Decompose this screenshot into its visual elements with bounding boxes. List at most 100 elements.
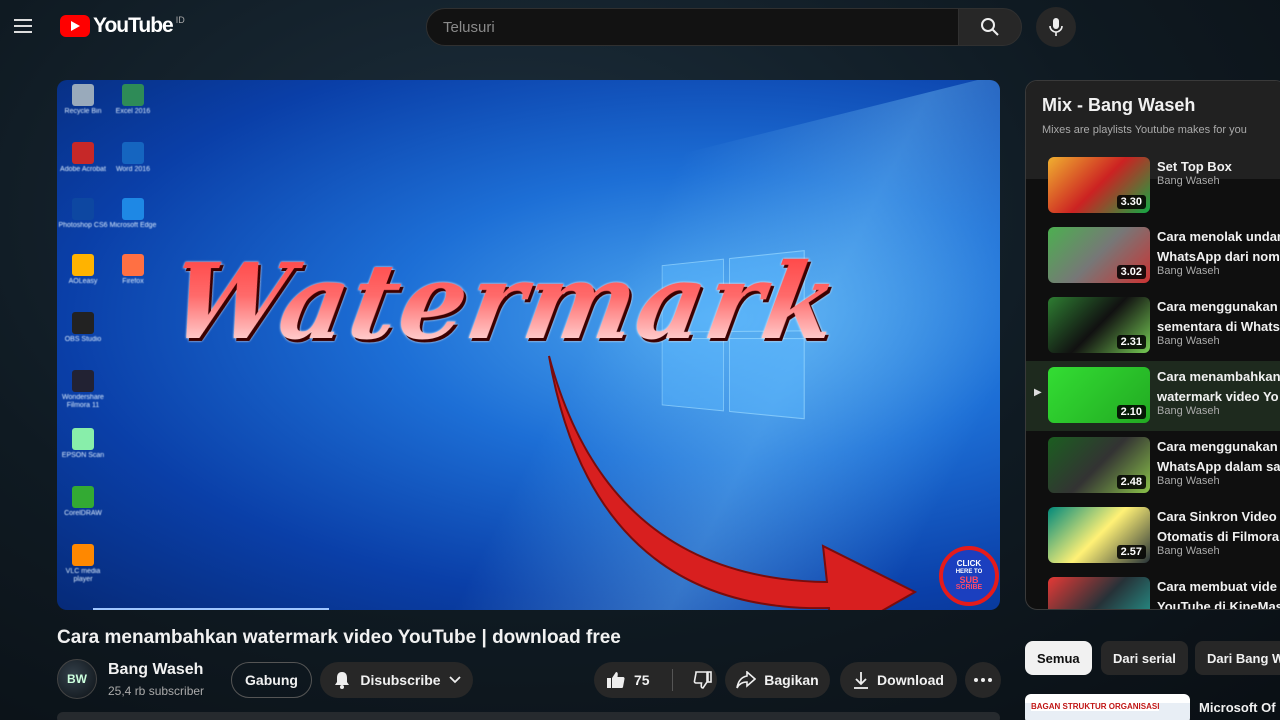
desktop-icon-label: Firefox	[122, 278, 144, 285]
mix-item-title[interactable]: Cara membuat vide YouTube di KineMas	[1157, 577, 1280, 609]
region-code: ID	[175, 15, 185, 25]
duration-badge: 3.02	[1116, 265, 1146, 279]
download-icon	[854, 672, 869, 689]
channel-name[interactable]: Bang Waseh	[108, 661, 203, 679]
bell-icon	[335, 672, 350, 689]
mix-item-thumbnail[interactable]: 2.48	[1048, 437, 1150, 493]
desktop-icon-label: Adobe Acrobat	[60, 166, 106, 173]
mix-item[interactable]: 2.57 Cara Sinkron Video Otomatis di Filmo…	[1026, 501, 1280, 571]
desktop-icon-label: Wondershare Filmora 11	[62, 394, 104, 409]
mix-item[interactable]: 2.31 Cara menggunakan sementara di Whats B…	[1026, 291, 1280, 361]
subscribed-button[interactable]: Disubscribe	[320, 662, 473, 698]
thumbs-down-icon	[693, 671, 712, 689]
desktop-icon[interactable]: EPSON Scan	[57, 428, 109, 460]
desktop-icon-label: CorelDRAW	[64, 510, 102, 517]
like-dislike-group: 75	[594, 662, 717, 698]
share-icon	[736, 671, 757, 689]
thumbs-up-icon	[607, 672, 625, 688]
duration-badge: 2.48	[1116, 475, 1146, 489]
desktop-icon[interactable]: Wondershare Filmora 11	[57, 370, 109, 410]
desktop-icon-label: Recycle Bin	[64, 108, 102, 115]
mix-item-channel: Bang Waseh	[1157, 545, 1220, 557]
red-arrow-icon	[548, 355, 917, 610]
mix-item-thumbnail[interactable]: 3.30	[1048, 157, 1150, 213]
like-count: 75	[634, 672, 650, 688]
search-icon	[981, 18, 999, 36]
desktop-icon-label: EPSON Scan	[61, 452, 105, 459]
search-button[interactable]	[958, 8, 1022, 46]
join-button[interactable]: Gabung	[231, 662, 312, 698]
youtube-logo[interactable]: YouTube ID	[60, 14, 185, 38]
mix-playlist-panel: Mix - Bang Waseh Mixes are playlists You…	[1025, 80, 1280, 610]
desktop-icon[interactable]: Recycle Bin	[57, 84, 109, 116]
mix-item-title[interactable]: Set Top Box	[1157, 157, 1280, 177]
share-button[interactable]: Bagikan	[725, 662, 830, 698]
desktop-icon-label: Microsoft Edge	[109, 222, 157, 229]
mix-title[interactable]: Mix - Bang Waseh	[1042, 95, 1270, 116]
desktop-icon[interactable]: Photoshop CS6	[57, 198, 109, 230]
mix-item-channel: Bang Waseh	[1157, 475, 1220, 487]
desktop-icon[interactable]: Word 2016	[107, 142, 159, 174]
app-icon	[72, 370, 94, 392]
now-playing-icon: ▶	[1034, 387, 1042, 398]
search-box	[426, 8, 960, 46]
desktop-icon[interactable]: Adobe Acrobat	[57, 142, 109, 174]
mix-item-thumbnail[interactable]: 2.10	[1048, 367, 1150, 423]
mix-item[interactable]: 3.30 Set Top Box Bang Waseh	[1026, 151, 1280, 221]
like-button[interactable]: 75	[606, 670, 650, 690]
desktop-icon[interactable]: VLC media player	[57, 544, 109, 584]
dislike-button[interactable]	[693, 670, 713, 690]
mix-item-title[interactable]: Cara menambahkan watermark video Yo	[1157, 367, 1280, 407]
desktop-icon[interactable]: OBS Studio	[57, 312, 109, 344]
duration-badge: 2.57	[1116, 545, 1146, 559]
app-icon	[72, 198, 94, 220]
app-icon	[122, 254, 144, 276]
desktop-icon-label: VLC media player	[65, 568, 101, 583]
mix-item[interactable]: Cara membuat vide YouTube di KineMas	[1026, 571, 1280, 609]
mix-item-channel: Bang Waseh	[1157, 175, 1220, 187]
mix-item[interactable]: 2.48 Cara menggunakan WhatsApp dalam sa Ba…	[1026, 431, 1280, 501]
desktop-icon-label: OBS Studio	[64, 336, 102, 343]
desktop-icon-label: Word 2016	[115, 166, 151, 173]
menu-icon[interactable]	[14, 15, 38, 37]
video-title: Cara menambahkan watermark video YouTube…	[57, 627, 621, 648]
download-button[interactable]: Download	[840, 662, 957, 698]
chip-all[interactable]: Semua	[1025, 641, 1092, 675]
mix-item-title[interactable]: Cara menggunakan sementara di Whats	[1157, 297, 1280, 337]
app-icon	[72, 486, 94, 508]
chip-from-series[interactable]: Dari serial	[1101, 641, 1188, 675]
voice-search-button[interactable]	[1036, 7, 1076, 47]
recommended-thumbnail[interactable]: BAGAN STRUKTUR ORGANISASI	[1025, 694, 1190, 720]
more-actions-button[interactable]	[965, 662, 1001, 698]
mix-item-thumbnail[interactable]: 2.57	[1048, 507, 1150, 563]
app-icon	[122, 198, 144, 220]
mix-item-thumbnail[interactable]	[1048, 577, 1150, 609]
desktop-icon[interactable]: Firefox	[107, 254, 159, 286]
duration-badge: 3.30	[1116, 195, 1146, 209]
mix-item-title[interactable]: Cara menggunakan WhatsApp dalam sa	[1157, 437, 1280, 477]
mix-item-thumbnail[interactable]: 2.31	[1048, 297, 1150, 353]
mix-item-title[interactable]: Cara Sinkron Video Otomatis di Filmora	[1157, 507, 1280, 547]
desktop-icon[interactable]: AOLeasy	[57, 254, 109, 286]
description-box[interactable]	[57, 712, 1000, 720]
recommended-title[interactable]: Microsoft Of	[1199, 700, 1276, 715]
mix-item-channel: Bang Waseh	[1157, 405, 1220, 417]
chip-from-channel[interactable]: Dari Bang W	[1195, 641, 1280, 675]
search-input[interactable]	[443, 18, 943, 36]
mix-item-channel: Bang Waseh	[1157, 265, 1220, 277]
desktop-icon[interactable]: Microsoft Edge	[107, 198, 159, 230]
desktop-icon[interactable]: CorelDRAW	[57, 486, 109, 518]
channel-avatar[interactable]: BW	[57, 659, 97, 699]
mix-item-title[interactable]: Cara menolak undan WhatsApp dari nom	[1157, 227, 1280, 267]
duration-badge: 2.31	[1116, 335, 1146, 349]
desktop-icon[interactable]: Excel 2016	[107, 84, 159, 116]
logo-text: YouTube	[93, 14, 174, 37]
video-player[interactable]: Recycle Bin Excel 2016 Adobe Acrobat Word 2…	[57, 80, 1000, 610]
app-icon	[72, 544, 94, 566]
mix-item[interactable]: 3.02 Cara menolak undan WhatsApp dari nom…	[1026, 221, 1280, 291]
subscriber-count: 25,4 rb subscriber	[108, 684, 205, 698]
mix-item-thumbnail[interactable]: 3.02	[1048, 227, 1150, 283]
video-progress-bar[interactable]	[93, 608, 329, 610]
app-icon	[72, 428, 94, 450]
mix-item[interactable]: ▶ 2.10 Cara menambahkan watermark video Yo…	[1026, 361, 1280, 431]
